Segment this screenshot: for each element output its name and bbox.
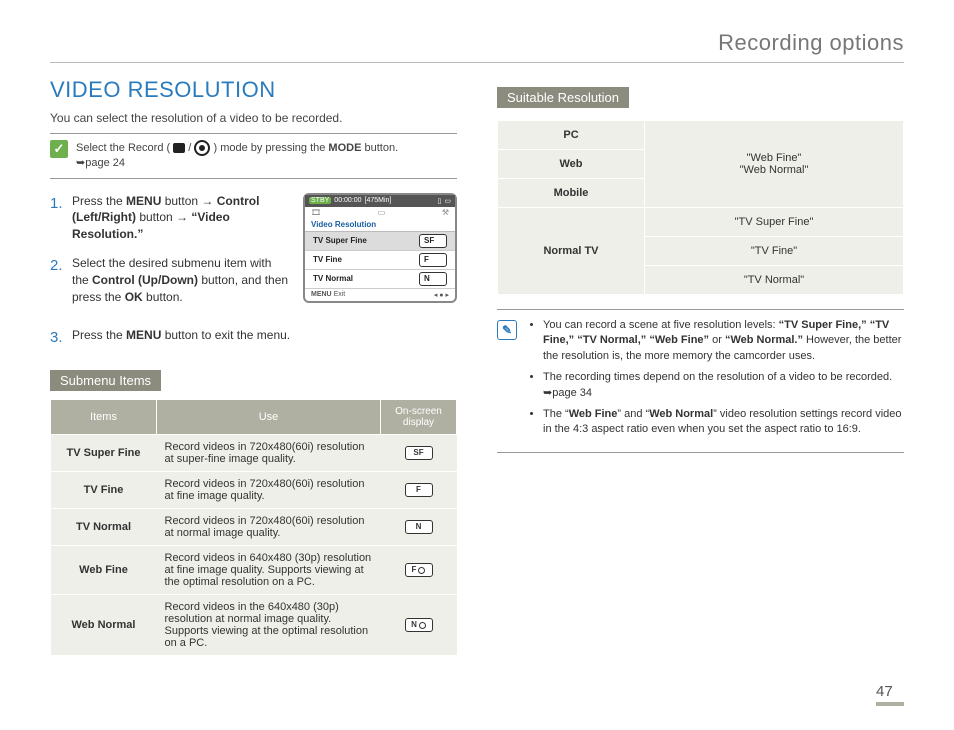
resolution-icon: F (419, 253, 447, 267)
resolution-icon: F (405, 563, 433, 577)
item-icon-cell: F (381, 472, 457, 509)
resolution-icon: N (405, 520, 433, 534)
col-use: Use (157, 400, 381, 435)
check-icon: ✓ (50, 140, 68, 158)
resolution-icon: N (405, 618, 433, 632)
item-icon-cell: F (381, 546, 457, 595)
film-icon: 🎞 (311, 208, 321, 217)
step-number: 1. (50, 193, 64, 243)
item-name: Web Fine (51, 546, 157, 595)
page-header: Recording options (50, 30, 904, 63)
left-column: VIDEO RESOLUTION You can select the reso… (50, 77, 457, 656)
intro-text: You can select the resolution of a video… (50, 111, 457, 125)
step-1: 1. Press the MENU button → Control (Left… (50, 193, 289, 243)
lcd-remain: [475Min] (365, 197, 392, 204)
resolution-icon: N (419, 272, 447, 286)
table-row: Web FineRecord videos in 640x480 (30p) r… (51, 546, 457, 595)
wide-icon: ▭ (378, 208, 386, 217)
page-number: 47 (876, 683, 904, 706)
card-icon: ▭ (444, 197, 451, 205)
resolution-icon: F (405, 483, 433, 497)
table-row: Web NormalRecord videos in the 640x480 (… (51, 595, 457, 656)
submenu-table: Items Use On-screen display TV Super Fin… (50, 399, 457, 656)
steps-list-cont: 3. Press the MENU button to exit the men… (50, 327, 457, 348)
item-icon-cell: N (381, 509, 457, 546)
step-text: Press the MENU button → Control (Left/Ri… (72, 193, 289, 243)
table-row: TV FineRecord videos in 720x480(60i) res… (51, 472, 457, 509)
mode-note-pageref: ➥page 24 (76, 156, 398, 171)
col-display: On-screen display (381, 400, 457, 435)
item-use: Record videos in 720x480(60i) resolution… (157, 435, 381, 472)
step-text: Select the desired submenu item with the… (72, 255, 289, 305)
lcd-item: TV Fine F (305, 251, 455, 270)
item-name: TV Fine (51, 472, 157, 509)
info-block: ✎ You can record a scene at five resolut… (497, 309, 904, 453)
note-icon: ✎ (497, 320, 517, 340)
step-3: 3. Press the MENU button to exit the men… (50, 327, 457, 348)
suitable-label: Web (498, 150, 645, 179)
suitable-header: Suitable Resolution (497, 87, 629, 108)
suitable-table: PC "Web Fine" "Web Normal" Web Mobile No… (497, 120, 904, 295)
item-use: Record videos in 720x480(60i) resolution… (157, 472, 381, 509)
note-item: The recording times depend on the resolu… (543, 370, 904, 401)
step-number: 2. (50, 255, 64, 305)
submenu-header: Submenu Items (50, 370, 161, 391)
item-use: Record videos in 640x480 (30p) resolutio… (157, 546, 381, 595)
lcd-item: TV Super Fine SF (305, 232, 455, 251)
suitable-value: "TV Normal" (645, 266, 904, 295)
item-name: TV Normal (51, 509, 157, 546)
step-number: 3. (50, 327, 64, 348)
suitable-label: PC (498, 121, 645, 150)
resolution-icon: SF (419, 234, 447, 248)
step-2: 2. Select the desired submenu item with … (50, 255, 289, 305)
col-items: Items (51, 400, 157, 435)
battery-icon: ▯ (438, 197, 442, 205)
steps-list: 1. Press the MENU button → Control (Left… (50, 193, 289, 318)
item-icon-cell: SF (381, 435, 457, 472)
table-row: TV Super FineRecord videos in 720x480(60… (51, 435, 457, 472)
suitable-value: "Web Fine" "Web Normal" (645, 121, 904, 208)
item-use: Record videos in 720x480(60i) resolution… (157, 509, 381, 546)
mode-note-text: Select the Record ( (76, 142, 173, 154)
note-item: You can record a scene at five resolutio… (543, 318, 904, 364)
lcd-preview: STBY 00:00:00 [475Min] ▯ ▭ 🎞 ▭ ⚒ Video R… (303, 193, 457, 303)
table-row: TV NormalRecord videos in 720x480(60i) r… (51, 509, 457, 546)
item-name: Web Normal (51, 595, 157, 656)
item-name: TV Super Fine (51, 435, 157, 472)
lcd-time: 00:00:00 (334, 197, 361, 204)
notes-list: You can record a scene at five resolutio… (527, 318, 904, 444)
suitable-value: "TV Fine" (645, 237, 904, 266)
photo-mode-icon (194, 140, 210, 156)
video-mode-icon (173, 143, 185, 153)
tool-icon: ⚒ (442, 208, 449, 217)
item-use: Record videos in the 640x480 (30p) resol… (157, 595, 381, 656)
resolution-icon: SF (405, 446, 433, 460)
suitable-label: Normal TV (498, 208, 645, 295)
right-column: Suitable Resolution PC "Web Fine" "Web N… (497, 77, 904, 656)
lcd-stby: STBY (309, 197, 331, 204)
nav-arrows-icon: ◂ ● ▸ (434, 291, 449, 299)
item-icon-cell: N (381, 595, 457, 656)
lcd-item: TV Normal N (305, 270, 455, 289)
step-text: Press the MENU button to exit the menu. (72, 327, 290, 348)
section-heading: VIDEO RESOLUTION (50, 77, 457, 103)
note-item: The “Web Fine” and “Web Normal” video re… (543, 407, 904, 438)
mode-note: ✓ Select the Record ( / ) mode by pressi… (50, 133, 457, 179)
lcd-menu-title: Video Resolution (305, 218, 455, 231)
suitable-label: Mobile (498, 179, 645, 208)
suitable-value: "TV Super Fine" (645, 208, 904, 237)
